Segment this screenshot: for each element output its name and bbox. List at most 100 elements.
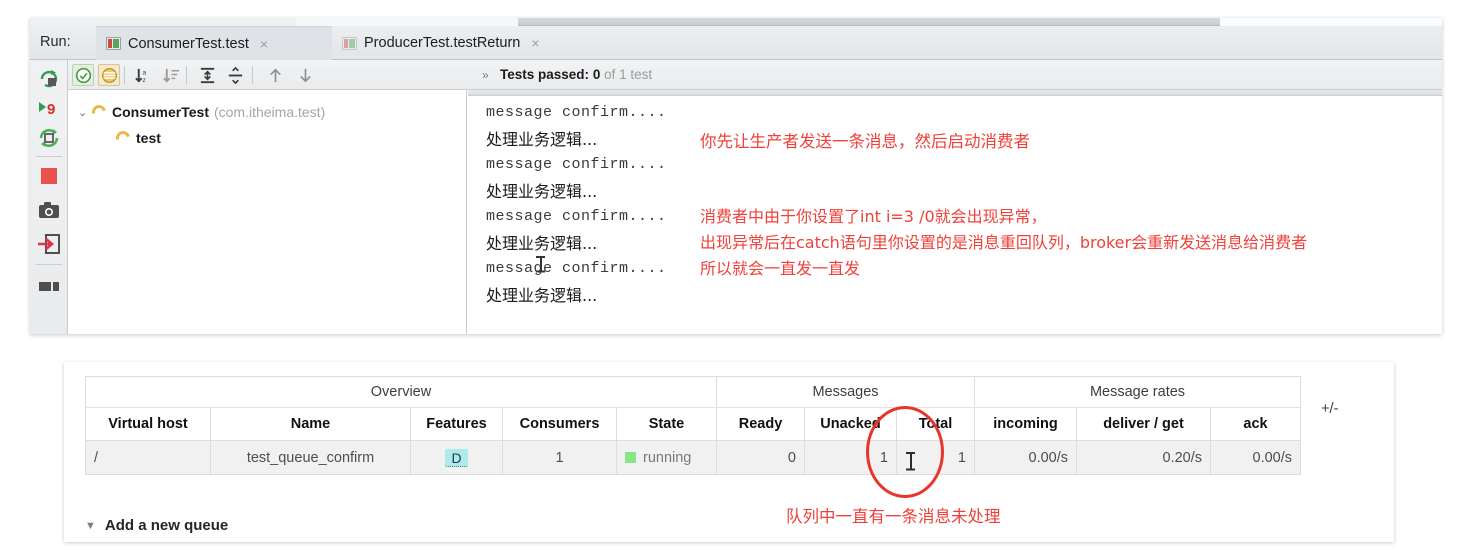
console-line: 处理业务逻辑...	[486, 130, 598, 149]
export-to-console-icon[interactable]	[37, 232, 61, 256]
editor-tabstrip-sliver	[30, 18, 1442, 26]
console-line: 处理业务逻辑...	[486, 234, 598, 253]
svg-text:z: z	[142, 77, 145, 84]
column-header-state[interactable]: State	[616, 407, 717, 441]
text-cursor-icon	[906, 452, 915, 470]
toolbar-separator	[252, 66, 253, 84]
console-header-strip	[468, 90, 1442, 96]
tests-toolbar: a z » Tests passed: 0 of 1 test	[68, 60, 1442, 90]
test-tree-panel: ⌄ ConsumerTest (com.itheima.test) test	[68, 90, 467, 334]
console-line: message confirm....	[486, 208, 667, 225]
add-new-queue-section[interactable]: ▼ Add a new queue	[85, 517, 228, 534]
cell-features: D	[410, 440, 503, 475]
tab-label: ConsumerTest.test	[128, 35, 249, 52]
cell-incoming: 0.00/s	[974, 440, 1077, 475]
run-config-icon	[342, 36, 357, 50]
test-running-icon	[113, 128, 133, 148]
column-header-deliver-get[interactable]: deliver / get	[1076, 407, 1211, 441]
tab-consumertest-test[interactable]: ConsumerTest.test ×	[96, 26, 332, 60]
tree-node-test[interactable]: test	[113, 128, 161, 148]
tree-node-label: ConsumerTest	[112, 104, 209, 120]
toolbar-separator	[36, 156, 62, 157]
cell-ack: 0.00/s	[1210, 440, 1301, 475]
column-header-virtual-host[interactable]: Virtual host	[85, 407, 211, 441]
toggle-auto-test-icon[interactable]	[37, 126, 61, 150]
group-header-overview: Overview	[85, 376, 717, 408]
triangle-down-icon: ▼	[85, 519, 96, 532]
stop-icon[interactable]	[37, 164, 61, 188]
column-header-ready[interactable]: Ready	[716, 407, 805, 441]
annotation-note-2-line-1: 消费者中由于你设置了int i=3 /0就会出现异常，	[700, 207, 1047, 226]
rerun-failed-tests-icon[interactable]: 9	[37, 96, 61, 120]
tree-node-label: test	[136, 130, 161, 146]
next-failed-icon[interactable]	[294, 64, 316, 86]
tabstrip-segment	[296, 18, 518, 26]
add-new-queue-label: Add a new queue	[104, 517, 229, 534]
cell-state: running	[616, 440, 717, 475]
toolbar-separator	[36, 264, 62, 265]
column-header-incoming[interactable]: incoming	[974, 407, 1077, 441]
collapse-all-icon[interactable]	[224, 64, 246, 86]
group-header-message-rates: Message rates	[974, 376, 1301, 408]
run-config-icon	[106, 37, 121, 50]
column-header-features[interactable]: Features	[410, 407, 503, 441]
tabstrip-segment	[1220, 18, 1442, 26]
column-header-consumers[interactable]: Consumers	[502, 407, 617, 441]
feature-durable-badge: D	[445, 448, 468, 467]
cell-spacer	[1300, 440, 1359, 475]
console-line: message confirm....	[486, 156, 667, 173]
close-icon[interactable]: ×	[531, 35, 539, 51]
rerun-icon[interactable]	[37, 66, 61, 90]
annotation-note-2-line-3: 所以就会一直发一直发	[700, 259, 861, 278]
chevron-down-icon[interactable]: ⌄	[78, 106, 92, 119]
show-ignored-icon[interactable]	[98, 64, 120, 86]
tab-label: ProducerTest.testReturn	[364, 35, 521, 51]
annotation-note-3: 队列中一直有一条消息未处理	[786, 507, 1001, 526]
svg-text:9: 9	[47, 101, 55, 118]
tests-passed-count: 0	[592, 67, 601, 82]
tabstrip-segment	[30, 18, 296, 26]
cell-queue-name[interactable]: test_queue_confirm	[210, 440, 411, 475]
column-chooser-toggle[interactable]: +/-	[1300, 376, 1359, 441]
column-header-name[interactable]: Name	[210, 407, 411, 441]
previous-failed-icon[interactable]	[264, 64, 286, 86]
chevron-right-icon[interactable]: »	[482, 68, 489, 82]
queues-table: Overview Messages Message rates +/- Virt…	[85, 376, 1359, 475]
console-line: message confirm....	[486, 104, 667, 121]
table-group-header-row: Overview Messages Message rates +/-	[85, 376, 1359, 441]
annotation-ellipse-unacked	[866, 406, 944, 498]
expand-all-icon[interactable]	[196, 64, 218, 86]
close-icon[interactable]: ×	[260, 36, 268, 52]
group-header-messages: Messages	[716, 376, 975, 408]
tests-status: Tests passed: 0 of 1 test	[500, 67, 652, 82]
run-toolwindow-tabbar: Run: ConsumerTest.test × ProducerTest.te…	[30, 26, 1442, 60]
console-line: 处理业务逻辑...	[486, 286, 598, 305]
table-column-header-row: Virtual host Name Features Consumers Sta…	[85, 407, 1359, 441]
console-line: message confirm....	[486, 260, 667, 277]
cell-deliver-get: 0.20/s	[1076, 440, 1211, 475]
screenshot-root: Run: ConsumerTest.test × ProducerTest.te…	[0, 0, 1474, 560]
dump-threads-icon[interactable]	[37, 198, 61, 222]
table-row[interactable]: / test_queue_confirm D 1 running 0 1 1 0…	[85, 440, 1359, 475]
run-toolwindow-label: Run:	[40, 34, 71, 50]
tests-status-label: Tests passed:	[500, 67, 590, 82]
cell-consumers: 1	[502, 440, 617, 475]
layout-icon[interactable]	[37, 272, 61, 296]
ide-run-panel: Run: ConsumerTest.test × ProducerTest.te…	[30, 18, 1442, 334]
annotation-note-2-line-2: 出现异常后在catch语句里你设置的是消息重回队列，broker会重新发送消息给…	[700, 233, 1308, 252]
tree-node-consumertest[interactable]: ⌄ ConsumerTest (com.itheima.test)	[78, 102, 326, 122]
svg-text:a: a	[142, 69, 146, 76]
tree-node-package: (com.itheima.test)	[213, 104, 326, 120]
cell-ready: 0	[716, 440, 805, 475]
toolbar-separator	[124, 66, 125, 84]
rabbitmq-queues-card: Overview Messages Message rates +/- Virt…	[64, 362, 1394, 542]
column-header-ack[interactable]: ack	[1210, 407, 1301, 441]
run-actions-toolbar: 9	[30, 60, 68, 334]
state-indicator-icon	[625, 451, 636, 463]
sort-by-duration-icon[interactable]	[160, 64, 182, 86]
show-passed-icon[interactable]	[72, 64, 94, 86]
tab-producertest-testreturn[interactable]: ProducerTest.testReturn ×	[332, 26, 596, 60]
annotation-note-1: 你先让生产者发送一条消息，然后启动消费者	[700, 132, 1030, 151]
text-cursor-icon	[536, 256, 545, 272]
sort-alphabetically-icon[interactable]: a z	[132, 64, 154, 86]
